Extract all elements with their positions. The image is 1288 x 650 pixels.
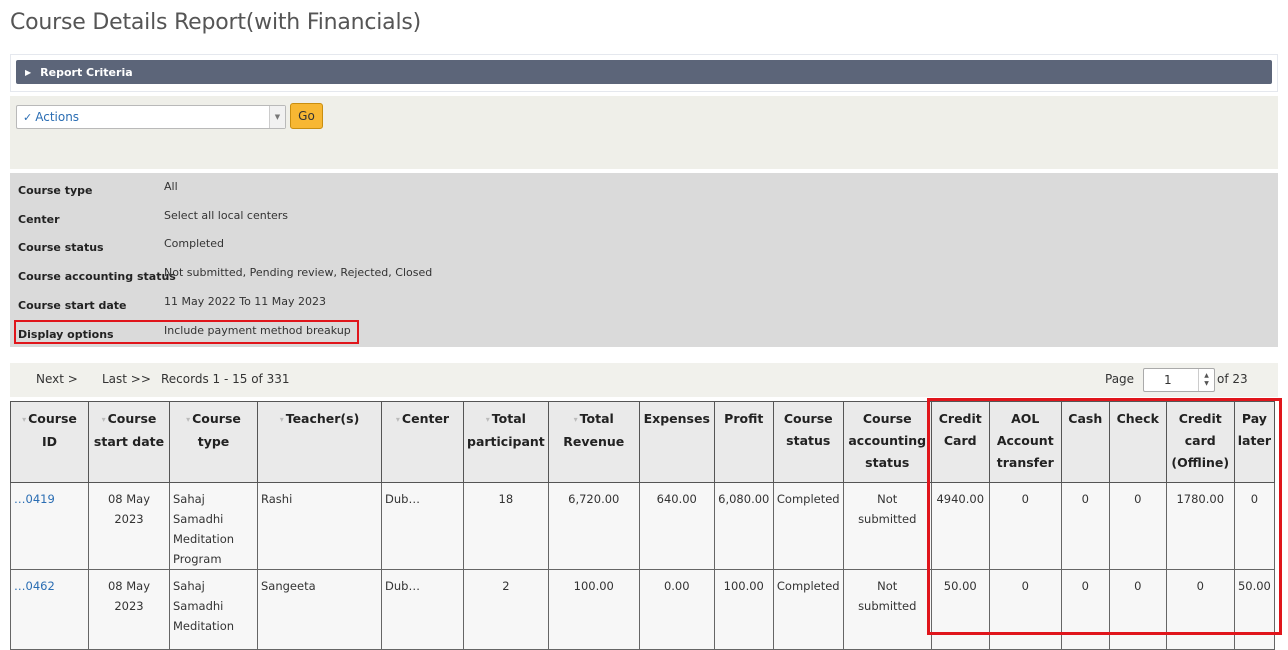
report-criteria-label: Report Criteria [40, 65, 133, 79]
summary-label: Course accounting status [18, 270, 176, 283]
summary-value: All [164, 180, 178, 193]
cell-accounting: Not submitted [842, 569, 932, 650]
col-course-status[interactable]: Course status [772, 401, 844, 483]
summary-value: Completed [164, 237, 224, 250]
report-criteria-toggle[interactable]: ▶ Report Criteria [16, 60, 1272, 84]
cell-teacher: Sangeeta [257, 569, 382, 650]
cell-expenses: 0.00 [638, 569, 715, 650]
spinner-icon[interactable]: ▲ ▼ [1198, 369, 1214, 391]
col-start-date[interactable]: ▾ Course start date [88, 401, 170, 483]
col-total-revenue[interactable]: ▾ Total Revenue [547, 401, 640, 483]
col-total-participant[interactable]: ▾ Total participant [463, 401, 549, 483]
course-id-link[interactable]: …0419 [10, 482, 89, 570]
cell-start-date: 08 May 2023 [88, 482, 170, 570]
cell-teacher: Rashi [257, 482, 382, 570]
cell-profit: 6,080.00 [713, 482, 774, 570]
cell-profit: 100.00 [713, 569, 774, 650]
summary-label: Center [18, 213, 60, 226]
col-expenses[interactable]: Expenses [638, 401, 715, 483]
check-circle-icon: ✓︎ [23, 110, 33, 124]
actions-dropdown-value: Actions [35, 110, 80, 124]
actions-dropdown[interactable]: ✓︎ Actions ▼ [16, 105, 286, 129]
cell-participants: 2 [463, 569, 549, 650]
page-number-value: 1 [1164, 373, 1172, 387]
chevron-down-icon[interactable]: ▼ [269, 106, 285, 128]
summary-value: Select all local centers [164, 209, 289, 222]
summary-value: Not submitted, Pending review, Rejected,… [164, 266, 433, 279]
cell-participants: 18 [463, 482, 549, 570]
cell-center: Dub… [381, 482, 464, 570]
summary-label: Course start date [18, 299, 127, 312]
page-number-input[interactable]: 1 ▲ ▼ [1143, 368, 1215, 392]
summary-label: Course status [18, 241, 104, 254]
page-total: of 23 [1217, 372, 1248, 386]
col-profit[interactable]: Profit [713, 401, 774, 483]
summary-label: Course type [18, 184, 93, 197]
course-id-link[interactable]: …0462 [10, 569, 89, 650]
cell-revenue: 100.00 [547, 569, 640, 650]
pagination-bar: Next > Last >> Records 1 - 15 of 331 Pag… [10, 363, 1278, 397]
col-accounting-status[interactable]: Course accounting status [842, 401, 932, 483]
cell-course-type: Sahaj Samadhi Meditation Program [169, 482, 258, 570]
cell-revenue: 6,720.00 [547, 482, 640, 570]
cell-center: Dub… [381, 569, 464, 650]
display-options-highlight [14, 320, 359, 344]
cell-start-date: 08 May 2023 [88, 569, 170, 650]
report-criteria-panel: ▶ Report Criteria [10, 54, 1278, 92]
cell-expenses: 640.00 [638, 482, 715, 570]
page-title: Course Details Report(with Financials) [10, 10, 422, 35]
actions-panel: ✓︎ Actions ▼ Go [10, 96, 1278, 169]
col-teachers[interactable]: ▾ Teacher(s) [257, 401, 382, 483]
payment-breakup-highlight [927, 398, 1282, 635]
cell-accounting: Not submitted [842, 482, 932, 570]
col-center[interactable]: ▾ Center [381, 401, 464, 483]
cell-status: Completed [772, 482, 844, 570]
go-button[interactable]: Go [290, 103, 323, 129]
summary-value: 11 May 2022 To 11 May 2023 [164, 295, 327, 308]
col-course-type[interactable]: ▾ Course type [169, 401, 258, 483]
col-course-id[interactable]: ▾ Course ID [10, 401, 89, 483]
records-count: Records 1 - 15 of 331 [161, 372, 290, 386]
cell-status: Completed [772, 569, 844, 650]
page-label: Page [1105, 372, 1135, 386]
last-page-link[interactable]: Last >> [102, 372, 151, 386]
next-page-link[interactable]: Next > [36, 372, 78, 386]
cell-course-type: Sahaj Samadhi Meditation [169, 569, 258, 650]
caret-right-icon: ▶ [25, 67, 32, 77]
